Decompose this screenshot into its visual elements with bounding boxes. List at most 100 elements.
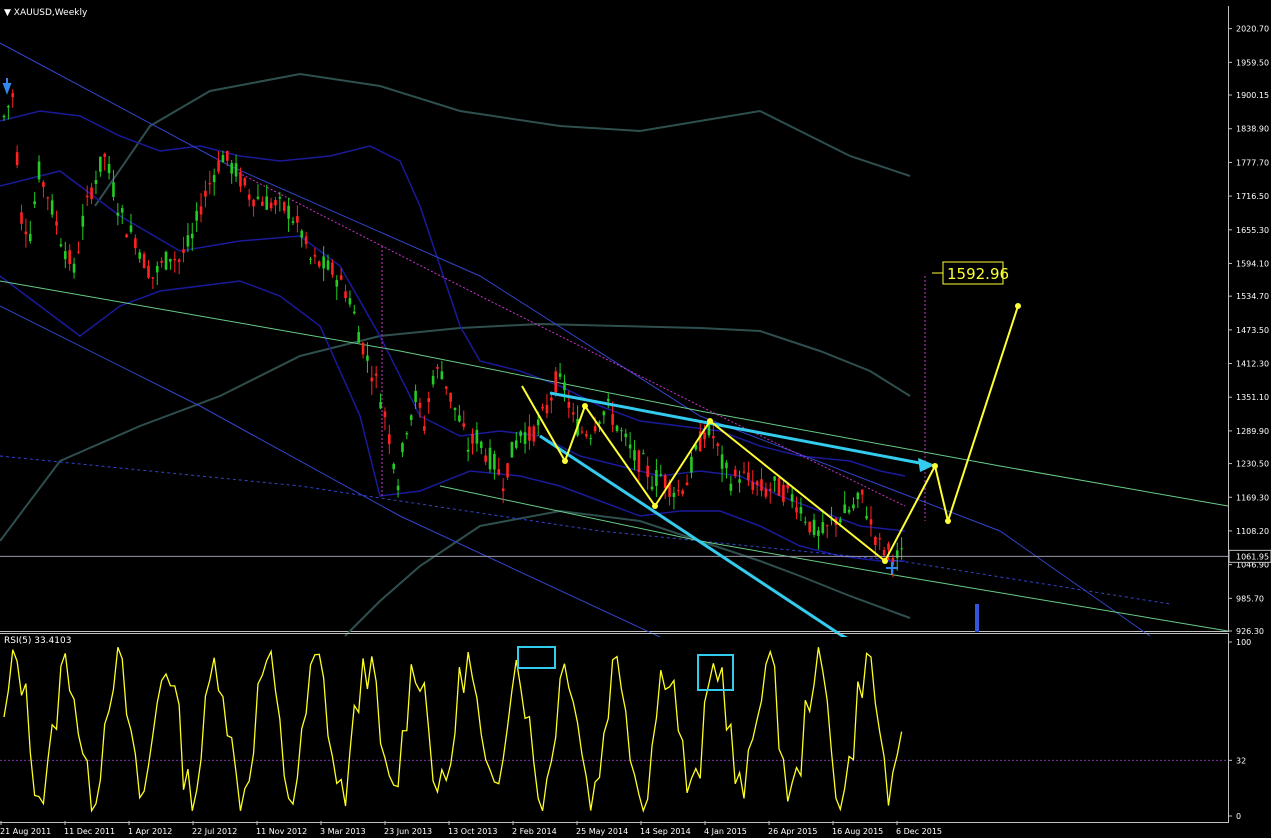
candle-body xyxy=(344,291,347,299)
candle-body xyxy=(304,236,308,245)
candle-body xyxy=(90,187,93,200)
y-tick-label: 2020.70 xyxy=(1236,25,1269,34)
candle-body xyxy=(602,411,606,416)
candle-body xyxy=(125,234,128,238)
candle-body xyxy=(882,550,886,556)
candle-body xyxy=(352,311,356,314)
candle-body xyxy=(177,259,181,262)
candle-body xyxy=(475,429,479,444)
candle-body xyxy=(510,441,514,458)
candle-body xyxy=(68,250,71,265)
channel-green-lower xyxy=(439,485,1229,632)
candle-body xyxy=(190,233,194,239)
candle-body xyxy=(703,432,706,440)
candle-body xyxy=(208,183,212,185)
candle-body xyxy=(488,447,492,470)
candle-body xyxy=(782,484,785,502)
candle-body xyxy=(444,386,448,389)
bollinger-middle xyxy=(0,170,906,532)
rsi-chart-svg[interactable]: 100 32 0 xyxy=(0,634,1271,838)
symbol-title-text: XAUUSD,Weekly xyxy=(13,8,88,18)
candle-body xyxy=(366,355,369,361)
candle-body xyxy=(287,205,290,219)
candle-body xyxy=(261,201,264,206)
channel-green-upper xyxy=(0,280,1229,507)
candle-body xyxy=(129,225,133,232)
candle-body xyxy=(878,538,882,540)
candle-body xyxy=(155,265,159,273)
down-arrow-marker-icon xyxy=(2,78,12,95)
candle-body xyxy=(309,258,312,260)
candle-body xyxy=(812,519,816,535)
candle-body xyxy=(458,415,461,422)
candle-body xyxy=(142,253,146,269)
candle-body xyxy=(431,375,435,385)
candle-body xyxy=(843,504,846,514)
yellow-arrowhead-6 xyxy=(945,518,951,524)
candle-body xyxy=(42,182,45,187)
candle-body xyxy=(690,456,693,473)
candle-body xyxy=(234,163,238,177)
candle-body xyxy=(593,426,597,432)
candle-body xyxy=(147,265,150,278)
x-tick-label: 23 Jun 2013 xyxy=(384,827,432,836)
candle-body xyxy=(760,479,763,491)
candle-body xyxy=(725,462,728,469)
candle-body xyxy=(278,197,282,199)
candle-body xyxy=(663,475,667,488)
dropdown-triangle-icon[interactable]: ▼ xyxy=(4,8,14,18)
candle-body xyxy=(532,426,536,442)
candle-body xyxy=(239,172,242,187)
candle-body xyxy=(405,433,409,435)
candle-body xyxy=(370,377,374,382)
candle-body xyxy=(606,398,610,402)
y-tick-label: 1777.70 xyxy=(1236,158,1269,167)
candle-body xyxy=(396,485,400,491)
candle-body xyxy=(33,201,36,205)
yellow-arrowhead-7 xyxy=(1015,303,1021,309)
candle-body xyxy=(747,472,750,481)
candle-body xyxy=(322,256,325,269)
candle-body xyxy=(313,254,317,257)
x-tick-label: 11 Dec 2011 xyxy=(64,827,115,836)
candle-body xyxy=(151,277,155,279)
x-tick-label: 4 Jan 2015 xyxy=(704,827,747,836)
candle-body xyxy=(655,470,658,486)
y-tick-label: 1959.50 xyxy=(1236,58,1269,67)
candle-body xyxy=(348,298,352,305)
candle-body xyxy=(545,404,549,414)
candle-body xyxy=(847,509,851,513)
symbol-title: ▼ XAUUSD,Weekly xyxy=(4,8,87,18)
candle-body xyxy=(226,151,229,161)
candle-body xyxy=(677,490,680,492)
candle-body xyxy=(46,197,50,199)
rsi-indicator-pane[interactable]: 100 32 0 RSI(5) 33.4103 xyxy=(0,633,1251,823)
candle-body xyxy=(7,105,10,108)
candle-body xyxy=(742,471,746,473)
candle-body xyxy=(615,425,619,431)
candle-body xyxy=(493,453,496,470)
price-chart-pane[interactable]: 2020.70 1959.50 1900.15 1838.90 1777.70 1716.… xyxy=(0,6,1271,637)
candle-body xyxy=(449,392,452,402)
candle-body xyxy=(712,436,715,439)
rsi-tick-label: 0 xyxy=(1236,812,1241,821)
candle-body xyxy=(637,450,641,472)
price-chart-svg[interactable]: 2020.70 1959.50 1900.15 1838.90 1777.70 1716.… xyxy=(0,6,1271,637)
yellow-arrowhead-2 xyxy=(652,503,658,509)
candle-body xyxy=(571,412,575,415)
candle-body xyxy=(646,465,649,477)
y-tick-label: 1108.20 xyxy=(1236,527,1269,536)
candle-body xyxy=(436,366,439,369)
candle-body xyxy=(28,233,32,242)
candle-body xyxy=(217,160,220,172)
volume-bar-marker xyxy=(975,604,979,632)
y-tick-label: 1351.10 xyxy=(1236,393,1269,402)
candle-body xyxy=(414,390,417,402)
candle-body xyxy=(383,411,387,418)
candle-body xyxy=(409,415,413,421)
candle-body xyxy=(733,469,737,477)
x-tick-label: 26 Apr 2015 xyxy=(768,827,817,836)
candle-body xyxy=(825,525,829,527)
cyan-lower-arrow-line xyxy=(539,434,847,637)
candle-body xyxy=(164,251,168,270)
